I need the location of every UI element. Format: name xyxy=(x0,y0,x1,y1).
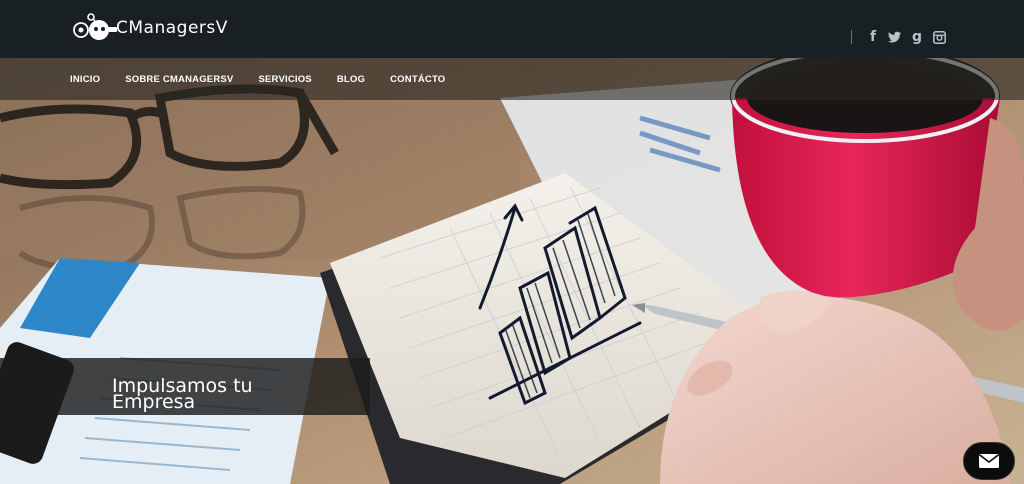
brand-logo[interactable]: CManagersV xyxy=(72,10,228,46)
nav-item-sobre[interactable]: SOBRE CMANAGERSV xyxy=(125,74,233,85)
facebook-icon[interactable]: f xyxy=(862,28,884,46)
nav-item-blog[interactable]: BLOG xyxy=(337,74,365,85)
twitter-icon[interactable] xyxy=(884,28,906,46)
contact-mail-button[interactable] xyxy=(963,442,1015,480)
instagram-icon[interactable] xyxy=(928,28,950,46)
nav-item-servicios[interactable]: SERVICIOS xyxy=(258,74,311,85)
divider xyxy=(851,30,852,44)
nav-item-inicio[interactable]: INICIO xyxy=(70,74,100,85)
google-plus-icon[interactable]: g xyxy=(906,28,928,46)
brand-name: CManagersV xyxy=(116,18,228,38)
hero-caption: Impulsamos tu Empresa xyxy=(0,358,370,415)
hero-title-line2: Empresa xyxy=(112,391,196,413)
hero-banner xyxy=(0,58,1024,484)
logo-icon xyxy=(72,12,118,44)
nav-item-contacto[interactable]: CONTÁCTO xyxy=(390,74,445,85)
main-nav: INICIO SOBRE CMANAGERSV SERVICIOS BLOG C… xyxy=(0,58,1024,100)
top-header: CManagersV f g xyxy=(0,0,1024,58)
social-links: f g xyxy=(851,28,950,46)
mail-icon xyxy=(979,454,999,468)
hero-illustration xyxy=(0,58,1024,484)
